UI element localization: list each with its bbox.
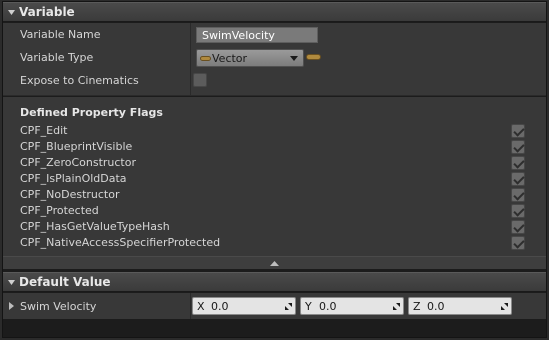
flag-label: CPF_NativeAccessSpecifierProtected — [20, 236, 221, 249]
x-value[interactable]: 0.0 — [211, 300, 281, 313]
default-value-category-header[interactable]: Default Value — [3, 272, 546, 292]
chevron-down-icon — [290, 55, 298, 61]
flag-row: CPF_ZeroConstructor — [3, 155, 546, 171]
flag-label: CPF_Edit — [20, 124, 68, 137]
vector-x-field[interactable]: X 0.0 — [192, 297, 296, 315]
spin-arrows-icon[interactable] — [497, 302, 511, 311]
flag-label: CPF_ZeroConstructor — [20, 156, 136, 169]
variable-type-row: Variable Type Vector — [3, 46, 546, 69]
vector-z-field[interactable]: Z 0.0 — [408, 297, 512, 315]
flag-row: CPF_BlueprintVisible — [3, 139, 546, 155]
variable-type-dropdown[interactable]: Vector — [196, 49, 304, 67]
variable-type-label: Variable Type — [20, 51, 94, 64]
default-value-category-title: Default Value — [19, 275, 111, 289]
flag-label: CPF_BlueprintVisible — [20, 140, 133, 153]
flag-label: CPF_HasGetValueTypeHash — [20, 220, 170, 233]
spin-arrows-icon[interactable] — [389, 302, 403, 311]
flag-checkbox[interactable] — [511, 140, 525, 154]
variable-type-value: Vector — [212, 51, 248, 65]
spin-arrows-icon[interactable] — [281, 302, 295, 311]
expose-cinematics-label: Expose to Cinematics — [20, 74, 139, 87]
section-separator — [3, 95, 546, 96]
y-value[interactable]: 0.0 — [319, 300, 389, 313]
vector-y-field[interactable]: Y 0.0 — [300, 297, 404, 315]
collapse-arrow-icon[interactable] — [3, 278, 19, 287]
flag-row: CPF_Protected — [3, 203, 546, 219]
flag-checkbox[interactable] — [511, 156, 525, 170]
collapse-arrow-icon[interactable] — [3, 8, 19, 17]
advanced-collapse-toggle[interactable] — [3, 256, 546, 269]
z-axis-label: Z — [413, 299, 421, 313]
expose-cinematics-checkbox[interactable] — [193, 73, 207, 87]
vector-type-pill-icon — [200, 55, 211, 61]
variable-category-header[interactable]: Variable — [3, 2, 546, 22]
flag-checkbox[interactable] — [511, 172, 525, 186]
expose-cinematics-row: Expose to Cinematics — [3, 69, 546, 92]
flag-row: CPF_NoDestructor — [3, 187, 546, 203]
flag-checkbox[interactable] — [511, 236, 525, 250]
expand-arrow-icon[interactable] — [9, 302, 14, 310]
flag-label: CPF_Protected — [20, 204, 99, 217]
variable-name-row: Variable Name SwimVelocity — [3, 23, 546, 46]
variable-properties: Variable Name SwimVelocity Variable Type… — [3, 23, 546, 95]
container-type-button[interactable] — [306, 54, 321, 60]
flag-label: CPF_NoDestructor — [20, 188, 120, 201]
flag-row: CPF_HasGetValueTypeHash — [3, 219, 546, 235]
collapse-up-icon — [270, 260, 279, 266]
flag-checkbox[interactable] — [511, 124, 525, 138]
property-flags-panel: Defined Property Flags CPF_Edit CPF_Blue… — [3, 97, 546, 256]
flag-checkbox[interactable] — [511, 188, 525, 202]
variable-name-input[interactable]: SwimVelocity — [196, 27, 318, 43]
column-divider[interactable] — [190, 293, 191, 319]
flag-row: CPF_IsPlainOldData — [3, 171, 546, 187]
variable-category-title: Variable — [19, 5, 75, 19]
flags-title: Defined Property Flags — [20, 106, 163, 119]
y-axis-label: Y — [305, 299, 312, 313]
variable-name-label: Variable Name — [20, 28, 101, 41]
flag-row: CPF_Edit — [3, 123, 546, 139]
x-axis-label: X — [197, 299, 205, 313]
flag-label: CPF_IsPlainOldData — [20, 172, 127, 185]
z-value[interactable]: 0.0 — [427, 300, 497, 313]
swim-velocity-label: Swim Velocity — [20, 300, 97, 313]
flag-row: CPF_NativeAccessSpecifierProtected — [3, 235, 546, 251]
flag-checkbox[interactable] — [511, 220, 525, 234]
flag-checkbox[interactable] — [511, 204, 525, 218]
